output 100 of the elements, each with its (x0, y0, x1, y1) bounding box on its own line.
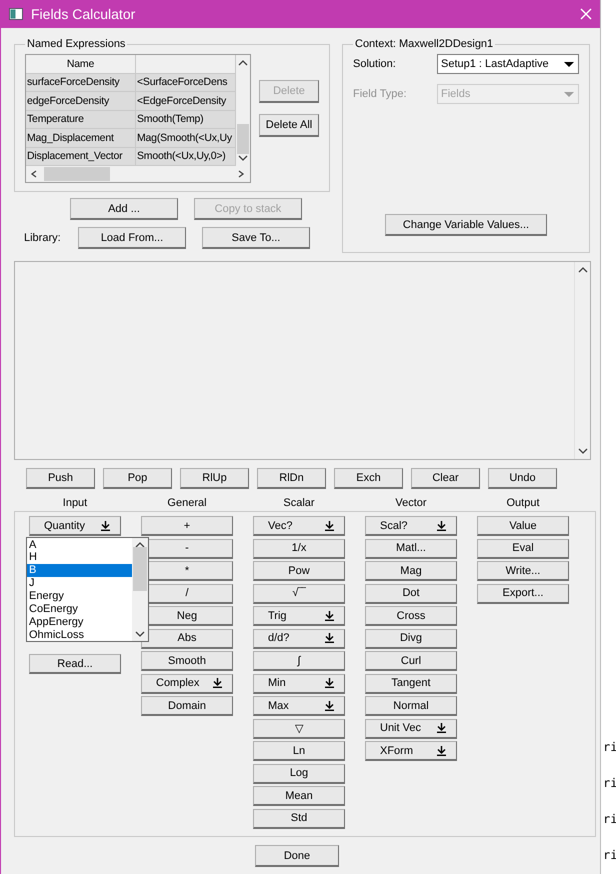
menu-button[interactable]: Max (253, 696, 345, 716)
calc-button[interactable]: Ln (253, 741, 345, 761)
menu-button[interactable]: Trig (253, 606, 345, 626)
calc-button[interactable]: Matl... (365, 538, 457, 558)
stack-button[interactable]: Clear (411, 468, 480, 489)
calc-button[interactable]: Curl (365, 651, 457, 671)
window-icon (9, 8, 23, 20)
calc-button[interactable]: Pow (253, 561, 345, 581)
calc-button[interactable]: ∫ (253, 651, 345, 671)
calc-button[interactable]: Abs (141, 628, 233, 648)
column-title: Output (505, 497, 541, 509)
change-variable-values-button[interactable]: Change Variable Values... (385, 214, 547, 236)
calc-button[interactable]: Mag (365, 561, 457, 581)
list-item[interactable]: A (27, 538, 132, 552)
list-item[interactable]: AppEnergy (27, 616, 132, 629)
table-cell: surfaceForceDensity (26, 74, 136, 92)
horizontal-scrollbar[interactable] (26, 166, 250, 182)
list-item[interactable]: CoEnergy (27, 602, 132, 616)
download-arrow-icon (101, 520, 110, 530)
action-button[interactable]: Add ... (70, 198, 178, 220)
menu-button[interactable]: Scal? (365, 516, 457, 536)
list-item[interactable]: B (27, 564, 132, 578)
group-title: Named Expressions (26, 38, 126, 50)
download-arrow-icon (325, 678, 334, 688)
done-button[interactable]: Done (255, 845, 339, 867)
scroll-right-icon[interactable] (236, 170, 246, 178)
solution-dropdown[interactable]: Setup1 : LastAdaptive (437, 54, 579, 74)
calc-button[interactable]: Normal (365, 696, 457, 716)
quantity-dropdown-menu[interactable]: A H B J Energy CoEnergy AppEnergy OhmicLoss (26, 536, 149, 642)
column-header[interactable]: Name (26, 55, 136, 74)
menu-button[interactable]: Vec? (253, 516, 345, 536)
list-item[interactable]: OhmicLoss (27, 628, 132, 642)
scroll-down-icon[interactable] (578, 447, 588, 455)
vertical-scrollbar[interactable] (574, 262, 590, 459)
calc-button[interactable]: Domain (141, 696, 233, 716)
scroll-up-icon[interactable] (238, 59, 248, 67)
menu-button[interactable]: Complex (141, 674, 233, 694)
download-arrow-icon (325, 520, 334, 530)
calc-button[interactable]: Tangent (365, 674, 457, 694)
calc-button[interactable]: Cross (365, 606, 457, 626)
calc-button[interactable]: Divg (365, 628, 457, 648)
table-cell: Displacement_Vector (26, 148, 136, 166)
scrollbar-thumb[interactable] (44, 167, 110, 181)
stack-button[interactable]: Undo (488, 468, 557, 489)
calc-button[interactable]: √‾‾ (253, 584, 345, 604)
list-item[interactable]: J (27, 577, 132, 590)
scroll-up-icon[interactable] (135, 540, 145, 548)
calc-button[interactable]: + (141, 516, 233, 536)
group-title: Context: Maxwell2DDesign1 (354, 38, 494, 50)
field-label: Solution: (353, 58, 397, 70)
calc-button[interactable]: 1/x (253, 538, 345, 558)
menu-button[interactable]: XForm (365, 741, 457, 761)
library-button[interactable]: Save To... (202, 227, 310, 249)
calc-button[interactable]: Std (253, 808, 345, 828)
menu-button[interactable]: Quantity (29, 516, 121, 536)
menu-button[interactable]: d/d? (253, 628, 345, 648)
stack-button[interactable]: Push (26, 468, 95, 489)
scrollbar-thumb[interactable] (133, 547, 147, 591)
calc-button[interactable]: Dot (365, 584, 457, 604)
calc-button[interactable]: Mean (253, 786, 345, 806)
table-cell: <EdgeForceDensity (136, 92, 236, 110)
table-cell: <SurfaceForceDens (136, 74, 236, 92)
list-item[interactable]: H (27, 551, 132, 564)
menu-button[interactable]: Unit Vec (365, 718, 457, 738)
table-cell: Mag_Displacement (26, 129, 136, 148)
download-arrow-icon (325, 610, 334, 620)
download-arrow-icon (437, 520, 446, 530)
calc-button[interactable]: Smooth (141, 651, 233, 671)
calc-button[interactable]: ▽ (253, 718, 345, 738)
stack-button[interactable]: Exch (334, 468, 403, 489)
calc-button[interactable]: Write... (477, 561, 569, 581)
scrollbar-thumb[interactable] (237, 124, 249, 154)
vertical-scrollbar[interactable] (132, 538, 148, 640)
table-cell: edgeForceDensity (26, 92, 136, 110)
table-cell: Smooth(Temp) (136, 110, 236, 129)
close-icon[interactable] (580, 8, 592, 20)
calc-button[interactable]: Export... (477, 584, 569, 604)
download-arrow-icon (437, 746, 446, 756)
scroll-down-icon[interactable] (238, 154, 248, 162)
list-item[interactable]: Energy (27, 590, 132, 603)
menu-button[interactable]: Min (253, 674, 345, 694)
calc-button[interactable]: Value (477, 516, 569, 536)
stack-button[interactable]: RlDn (257, 468, 326, 489)
column-title: Scalar (282, 497, 316, 509)
stack-button[interactable]: Pop (103, 468, 172, 489)
download-arrow-icon (325, 700, 334, 710)
calc-button[interactable]: Read... (29, 654, 121, 674)
download-arrow-icon (437, 723, 446, 733)
library-button[interactable]: Load From... (78, 227, 186, 249)
calc-button[interactable]: Log (253, 764, 345, 784)
scroll-up-icon[interactable] (578, 266, 588, 274)
stack-button[interactable]: RlUp (180, 468, 249, 489)
calc-button[interactable]: Eval (477, 538, 569, 558)
caret-icon (564, 92, 574, 96)
table-action-button[interactable]: Delete All (259, 114, 319, 137)
download-arrow-icon (325, 633, 334, 643)
column-title: General (166, 497, 208, 509)
column-title: Vector (394, 497, 428, 509)
scroll-down-icon[interactable] (135, 630, 145, 638)
vertical-scrollbar[interactable] (236, 55, 250, 166)
